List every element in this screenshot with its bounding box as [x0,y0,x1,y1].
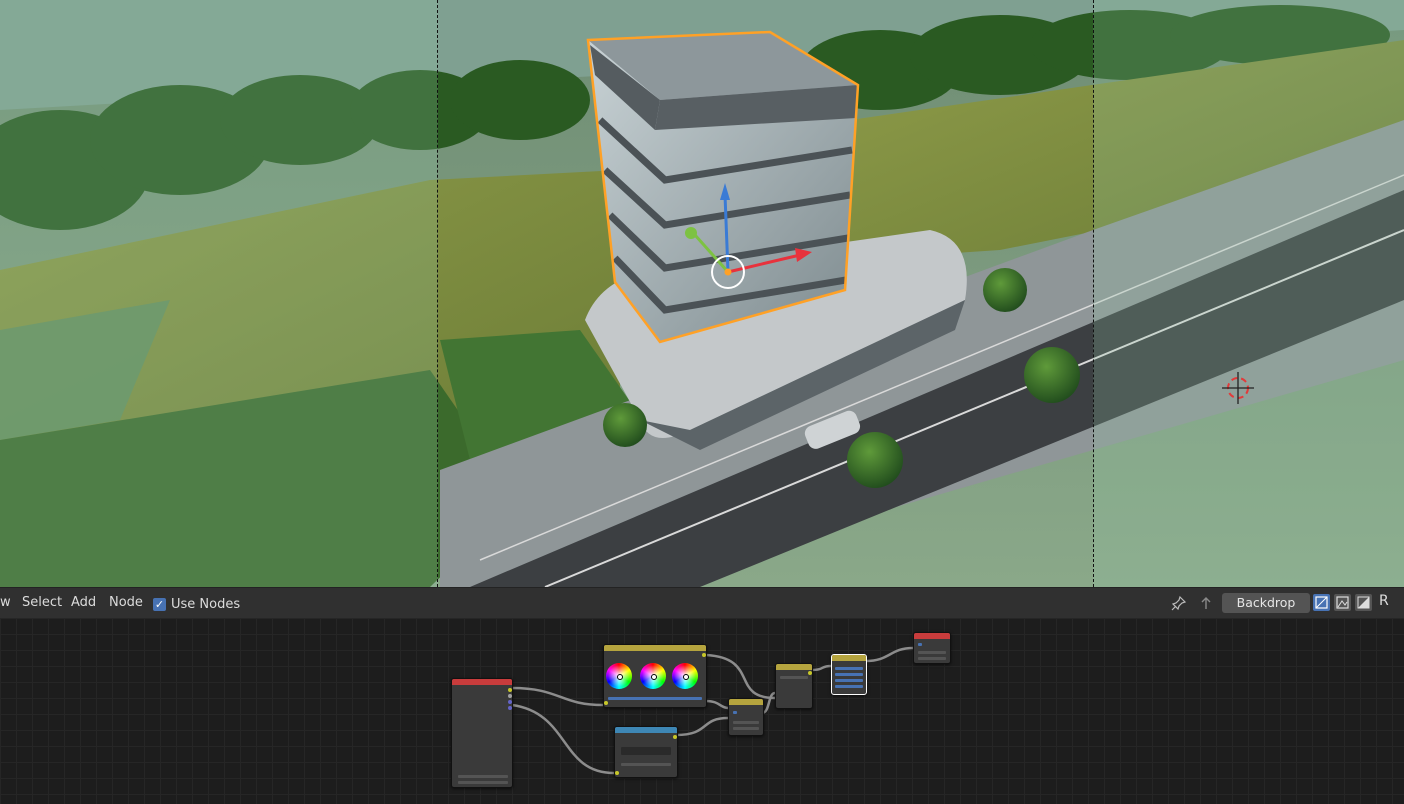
blend-mode-dropdown[interactable] [780,676,808,679]
viewer-field-2[interactable] [835,673,863,676]
socket-mist[interactable] [508,706,512,710]
viewer-field-4[interactable] [835,685,863,688]
color-wheel-gamma[interactable] [640,663,666,689]
socket-image-out[interactable] [673,735,677,739]
node-header-viewer [832,655,866,661]
factor-slider[interactable] [608,697,702,700]
socket-alpha[interactable] [508,694,512,698]
curve-widget[interactable] [621,747,671,755]
black-level-field[interactable] [621,763,671,766]
backdrop-rgb-icon[interactable] [1313,594,1330,611]
backdrop-both-icon[interactable] [1355,594,1372,611]
node-color-balance[interactable] [603,644,707,708]
camera-passepartout-right [1093,0,1404,587]
node-header-color-balance [604,645,706,651]
channel-r-toggle[interactable]: R [1379,593,1389,609]
viewer-field-3[interactable] [835,679,863,682]
use-nodes-label: Use Nodes [171,596,241,612]
layer-field[interactable] [458,781,508,784]
camera-passepartout-left [0,0,438,587]
node-header-alpha-over [729,699,763,705]
node-editor-header: w Select Add Node ✓ Use Nodes Backdrop R [0,587,1404,618]
node-composite[interactable] [913,632,951,664]
use-alpha-checkbox[interactable] [918,643,922,646]
z-field[interactable] [918,657,946,660]
use-nodes-toggle[interactable]: ✓ Use Nodes [153,596,240,612]
menu-add[interactable]: Add [71,588,96,618]
backdrop-button[interactable]: Backdrop [1222,593,1310,613]
socket-image-in[interactable] [615,771,619,775]
node-header-rgb-curves [615,727,677,733]
node-render-layers[interactable] [451,678,513,788]
3d-cursor-icon[interactable] [1222,372,1254,404]
node-header-render-layers [452,679,512,685]
node-viewer[interactable] [831,654,867,695]
parent-icon[interactable] [1198,595,1214,611]
pin-icon[interactable] [1171,595,1187,611]
3d-viewport[interactable] [0,0,1404,587]
color-wheel-lift[interactable] [606,663,632,689]
socket-image[interactable] [508,688,512,692]
fac-field[interactable] [733,727,759,730]
menu-select[interactable]: Select [22,588,62,618]
node-header-composite [914,633,950,639]
viewer-field-1[interactable] [835,667,863,670]
node-header-mix [776,664,812,670]
convert-premul-checkbox[interactable] [733,711,737,714]
node-alpha-over[interactable] [728,698,764,736]
socket-image-out[interactable] [702,653,706,657]
scene-field[interactable] [458,775,508,778]
socket-image-in[interactable] [604,701,608,705]
socket-image-out[interactable] [808,671,812,675]
premul-field[interactable] [733,721,759,724]
alpha-field[interactable] [918,651,946,654]
menu-view[interactable]: w [0,588,11,618]
use-nodes-checkbox[interactable]: ✓ [153,597,166,611]
node-mix[interactable] [775,663,813,709]
socket-depth[interactable] [508,700,512,704]
menu-node[interactable]: Node [109,588,143,618]
node-rgb-curves[interactable] [614,726,678,778]
node-editor-canvas[interactable] [0,618,1404,804]
backdrop-alpha-icon[interactable] [1334,594,1351,611]
color-wheel-gain[interactable] [672,663,698,689]
